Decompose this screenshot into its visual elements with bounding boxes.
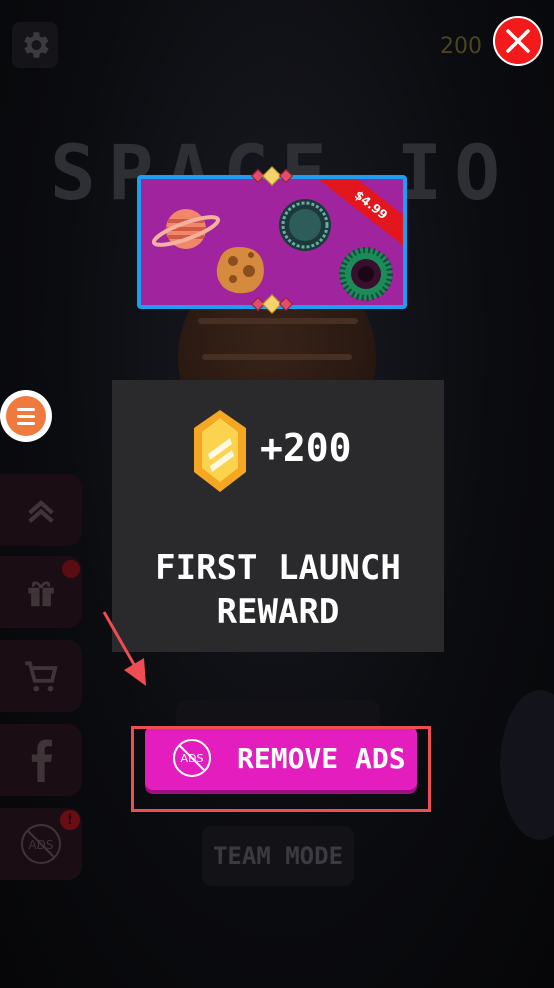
gear-icon bbox=[24, 32, 49, 58]
no-ads-icon-text: ADS bbox=[28, 838, 53, 852]
sidebar-item-facebook[interactable] bbox=[0, 724, 82, 796]
team-mode-button[interactable]: TEAM MODE bbox=[202, 826, 354, 886]
cart-icon bbox=[25, 661, 58, 692]
reward-title-line2: REWARD bbox=[216, 592, 340, 632]
sidebar-item-shop[interactable] bbox=[0, 640, 82, 712]
facebook-icon bbox=[31, 739, 52, 782]
close-icon bbox=[506, 29, 530, 53]
gem-icon bbox=[194, 410, 246, 492]
close-button[interactable] bbox=[493, 16, 543, 66]
chevron-up-double-icon bbox=[28, 500, 54, 523]
vortex-icon bbox=[339, 247, 393, 301]
no-ads-icon: ADS bbox=[21, 824, 61, 864]
background-glow bbox=[500, 690, 554, 840]
menu-button[interactable] bbox=[0, 390, 52, 442]
coin-counter: 200 bbox=[440, 34, 482, 59]
black-hole-ring-icon bbox=[279, 199, 331, 251]
asteroid-icon bbox=[216, 247, 264, 294]
reward-amount: +200 bbox=[260, 426, 352, 470]
settings-button[interactable] bbox=[12, 22, 58, 68]
no-ads-alert-badge: ! bbox=[60, 810, 80, 830]
reward-title-line1: FIRST LAUNCH bbox=[155, 548, 401, 588]
reward-title: FIRST LAUNCH REWARD bbox=[112, 546, 444, 634]
starter-pack-card[interactable]: $4.99 bbox=[137, 166, 407, 314]
gift-notification-dot bbox=[62, 560, 80, 578]
highlight-box bbox=[131, 726, 431, 812]
hamburger-icon bbox=[6, 396, 46, 436]
gift-icon bbox=[28, 581, 54, 607]
sidebar-item-upgrade[interactable] bbox=[0, 474, 82, 546]
game-screen: 200 SPACE IO ADS ! TEAM MODE $4.99 +200 … bbox=[0, 0, 554, 988]
pointer-arrow bbox=[102, 611, 146, 686]
